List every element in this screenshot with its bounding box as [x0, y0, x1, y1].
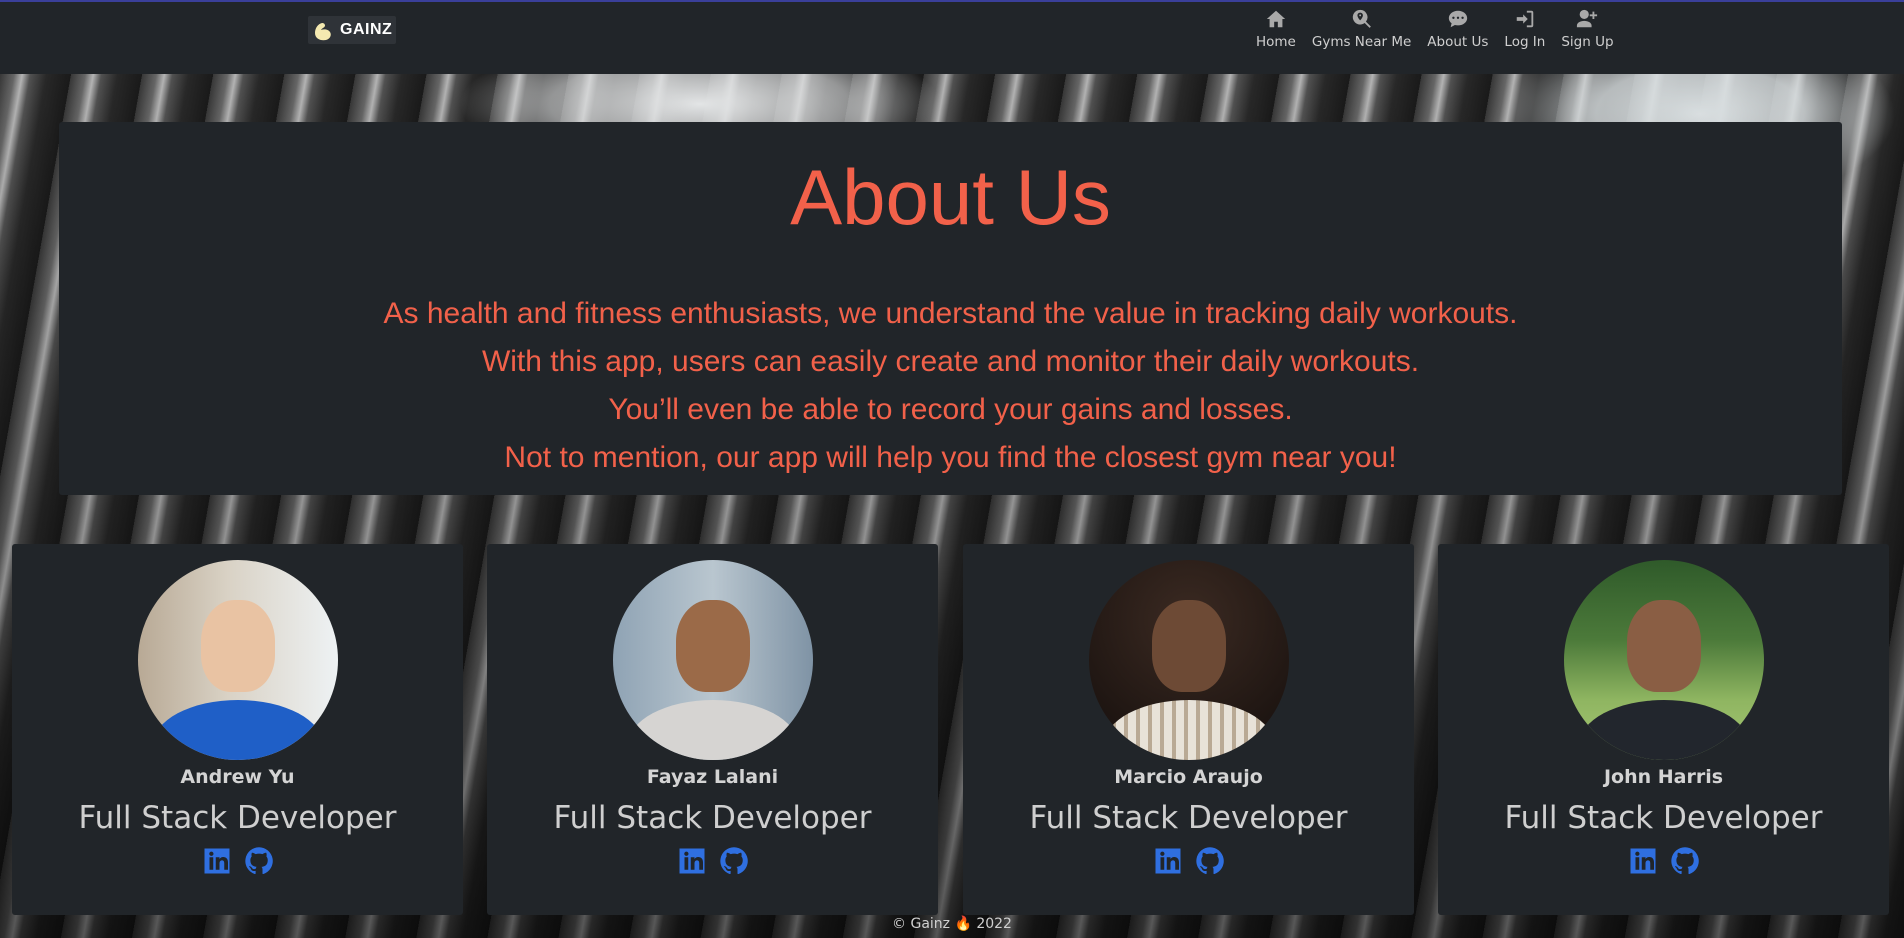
copyright-text: © Gainz 🔥 2022: [892, 916, 1012, 932]
team-card: John Harris Full Stack Developer: [1438, 544, 1889, 915]
nav-gyms-near-me[interactable]: Gyms Near Me: [1304, 8, 1419, 50]
github-icon[interactable]: [244, 846, 274, 876]
chat-bubble-icon: [1448, 10, 1468, 28]
search-location-icon: [1352, 9, 1371, 28]
navbar: GAINZ Home Gyms Near Me About Us Log In …: [0, 0, 1904, 74]
brand-logo[interactable]: GAINZ: [308, 16, 396, 44]
github-icon[interactable]: [719, 846, 749, 876]
linkedin-icon[interactable]: [677, 846, 707, 876]
linkedin-icon[interactable]: [1628, 846, 1658, 876]
member-name: Fayaz Lalani: [646, 766, 779, 788]
sign-in-icon: [1516, 10, 1534, 28]
social-links: [487, 846, 938, 876]
home-icon: [1266, 10, 1286, 28]
footer: © Gainz 🔥 2022: [0, 916, 1904, 932]
nav-signup-label: Sign Up: [1561, 34, 1614, 50]
github-icon[interactable]: [1670, 846, 1700, 876]
page-title: About Us: [790, 153, 1111, 241]
social-links: [1438, 846, 1889, 876]
nav-log-in[interactable]: Log In: [1496, 8, 1553, 50]
nav-about-us[interactable]: About Us: [1419, 8, 1496, 50]
about-line: As health and fitness enthusiasts, we un…: [383, 297, 1518, 330]
avatar: [1088, 560, 1289, 760]
about-description: As health and fitness enthusiasts, we un…: [59, 290, 1842, 482]
member-name: John Harris: [1603, 766, 1724, 788]
brand-name: GAINZ: [340, 21, 393, 38]
flexed-arm-icon: [315, 23, 331, 41]
nav-login-label: Log In: [1504, 34, 1546, 50]
avatar: [612, 560, 813, 760]
nav-gyms-label: Gyms Near Me: [1311, 34, 1412, 50]
github-icon[interactable]: [1195, 846, 1225, 876]
member-role: Full Stack Developer: [553, 800, 872, 836]
avatar: [137, 560, 338, 760]
user-plus-icon: [1577, 9, 1598, 28]
team-card: Andrew Yu Full Stack Developer: [12, 544, 463, 915]
member-role: Full Stack Developer: [1029, 800, 1348, 836]
main-nav: Home Gyms Near Me About Us Log In Sign U…: [1248, 8, 1622, 50]
about-line: You’ll even be able to record your gains…: [608, 393, 1293, 426]
team-card: Marcio Araujo Full Stack Developer: [963, 544, 1414, 915]
team-section: Andrew Yu Full Stack Developer Fayaz Lal…: [12, 544, 1892, 915]
member-name: Andrew Yu: [180, 766, 295, 788]
nav-home[interactable]: Home: [1248, 8, 1304, 50]
member-role: Full Stack Developer: [78, 800, 397, 836]
nav-sign-up[interactable]: Sign Up: [1553, 8, 1621, 50]
nav-home-label: Home: [1256, 34, 1296, 50]
nav-about-label: About Us: [1427, 34, 1489, 50]
member-role: Full Stack Developer: [1504, 800, 1823, 836]
social-links: [12, 846, 463, 876]
about-line: Not to mention, our app will help you fi…: [504, 441, 1397, 474]
social-links: [963, 846, 1414, 876]
avatar: [1563, 560, 1764, 760]
about-line: With this app, users can easily create a…: [481, 345, 1420, 378]
member-name: Marcio Araujo: [1114, 766, 1263, 788]
linkedin-icon[interactable]: [202, 846, 232, 876]
team-card: Fayaz Lalani Full Stack Developer: [487, 544, 938, 915]
about-us-card: About Us As health and fitness enthusias…: [59, 122, 1842, 495]
linkedin-icon[interactable]: [1153, 846, 1183, 876]
